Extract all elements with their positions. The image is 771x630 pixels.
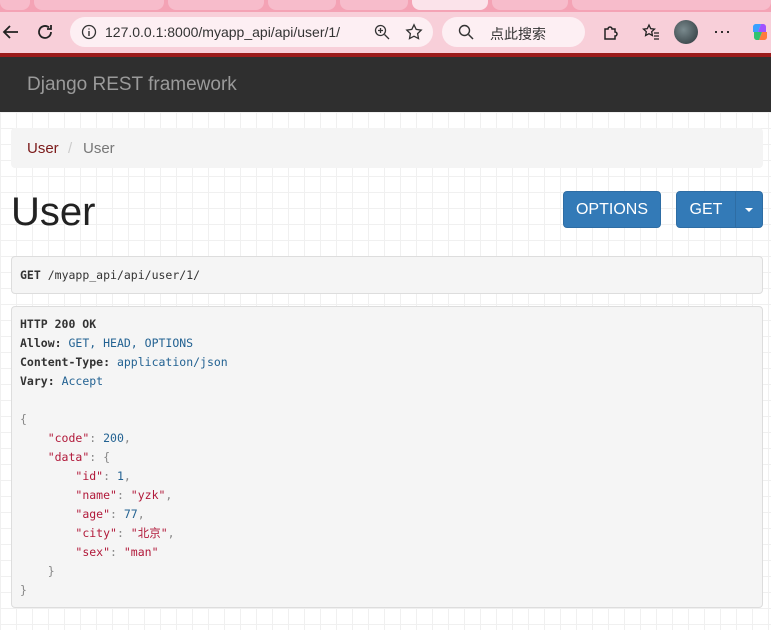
back-button[interactable] [0, 18, 25, 46]
request-method: GET [20, 268, 41, 282]
extensions-button[interactable] [597, 18, 625, 46]
reload-icon [38, 25, 52, 39]
json-key: "code" [47, 431, 90, 445]
browser-tab[interactable] [34, 0, 164, 10]
browser-tab[interactable] [340, 0, 408, 10]
avatar [674, 20, 698, 44]
header-name: Vary: [20, 374, 55, 388]
options-button[interactable]: OPTIONS [563, 191, 661, 228]
json-key: "id" [75, 469, 104, 483]
page-title: User [11, 190, 96, 234]
browser-tab[interactable] [0, 0, 30, 10]
site-info-icon[interactable] [81, 24, 97, 40]
get-format-dropdown-button[interactable] [735, 191, 763, 228]
browser-tab[interactable] [168, 0, 264, 10]
response-status: HTTP 200 OK [20, 317, 97, 331]
browser-tab-active[interactable] [412, 0, 488, 10]
json-key: "age" [75, 507, 111, 521]
request-info: GET /myapp_api/api/user/1/ [11, 256, 763, 294]
json-value: "yzk" [130, 488, 166, 502]
json-value: 1 [116, 469, 124, 483]
header-value: application/json [116, 355, 228, 369]
request-path: /myapp_api/api/user/1/ [47, 268, 201, 282]
address-bar[interactable]: 127.0.0.1:8000/myapp_api/api/user/1/ [70, 17, 433, 47]
navbar: Django REST framework [0, 57, 771, 112]
header-value: GET, HEAD, OPTIONS [68, 336, 194, 350]
navbar-brand[interactable]: Django REST framework [27, 74, 237, 96]
json-value: "man" [123, 545, 159, 559]
json-value: 77 [123, 507, 138, 521]
reload-button[interactable] [31, 18, 59, 46]
get-button[interactable]: GET [676, 191, 736, 228]
json-key: "data" [47, 450, 90, 464]
browser-toolbar: 127.0.0.1:8000/myapp_api/api/user/1/ 点此搜… [0, 12, 771, 53]
favorites-button[interactable] [637, 18, 665, 46]
copilot-button[interactable] [746, 18, 771, 46]
ellipsis-icon: ⋯ [713, 21, 731, 42]
caret-down-icon [745, 207, 753, 212]
search-placeholder[interactable]: 点此搜索 [490, 24, 546, 44]
browser-tab[interactable] [492, 0, 568, 10]
json-value: 200 [103, 431, 124, 445]
search-bar[interactable]: 点此搜索 [442, 17, 585, 47]
header-value: Accept [61, 374, 104, 388]
url-text[interactable]: 127.0.0.1:8000/myapp_api/api/user/1/ [105, 24, 340, 40]
browser-tab-strip [0, 0, 771, 12]
page-content: User / User User OPTIONS GET GET /myapp_… [0, 112, 771, 630]
favorites-list-icon [642, 23, 659, 40]
breadcrumb: User / User [11, 128, 763, 168]
copilot-icon [753, 24, 767, 40]
back-arrow-icon [2, 25, 18, 39]
breadcrumb-link-user[interactable]: User [27, 140, 59, 157]
favorite-star-icon[interactable] [405, 23, 423, 41]
browser-tab[interactable] [268, 0, 336, 10]
profile-button[interactable] [672, 18, 700, 46]
json-value: "北京" [130, 526, 168, 540]
more-menu-button[interactable]: ⋯ [708, 18, 736, 46]
response-info: HTTP 200 OK Allow: GET, HEAD, OPTIONS Co… [11, 306, 763, 608]
breadcrumb-current: User [83, 140, 115, 157]
json-key: "sex" [75, 545, 111, 559]
zoom-icon[interactable] [374, 24, 390, 40]
search-icon [458, 24, 474, 40]
header-name: Content-Type: [20, 355, 111, 369]
breadcrumb-separator: / [68, 140, 73, 157]
browser-tab[interactable] [572, 0, 771, 10]
puzzle-icon [604, 26, 618, 40]
json-key: "city" [75, 526, 117, 540]
header-name: Allow: [20, 336, 62, 350]
json-key: "name" [75, 488, 117, 502]
